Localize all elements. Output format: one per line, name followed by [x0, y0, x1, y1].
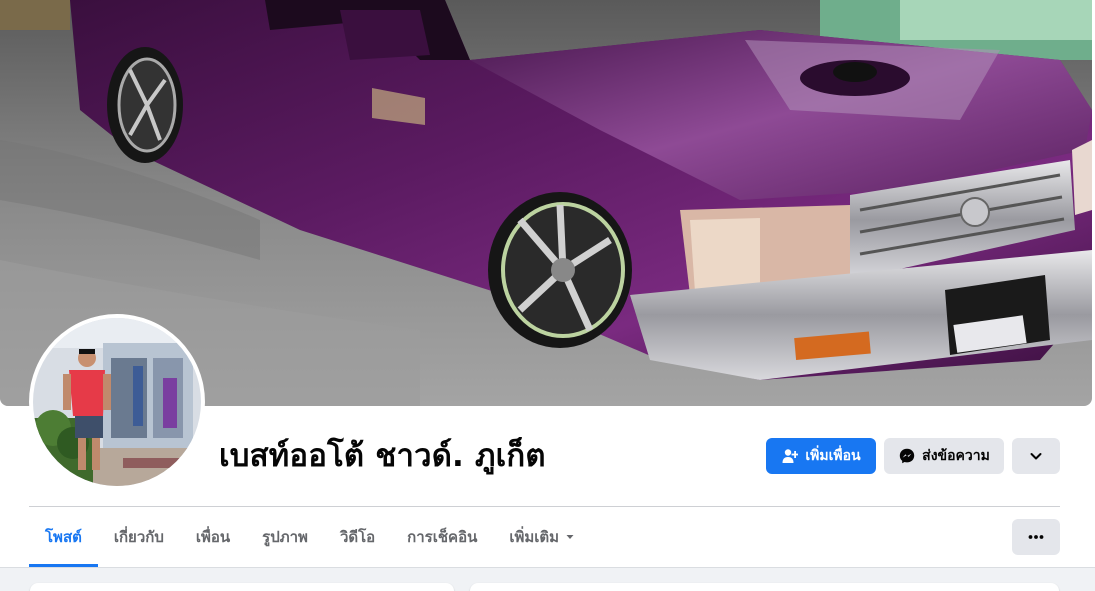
tab-label: เพิ่มเติม: [509, 528, 560, 546]
chevron-down-icon: [1029, 449, 1043, 463]
add-friend-button[interactable]: เพิ่มเพื่อน: [766, 438, 876, 474]
tabs-more-options-button[interactable]: [1012, 519, 1060, 555]
profile-picture[interactable]: [29, 314, 205, 490]
tab-check-ins[interactable]: การเช็คอิน: [391, 507, 493, 567]
messenger-icon: [898, 447, 916, 465]
tab-friends[interactable]: เพื่อน: [180, 507, 246, 567]
tab-label: รูปภาพ: [262, 528, 308, 546]
tab-label: เกี่ยวกับ: [113, 528, 164, 546]
profile-tabs: โพสต์ เกี่ยวกับ เพื่อน รูปภาพ วิดีโอ การ…: [29, 507, 591, 567]
post-card: [470, 583, 1059, 591]
profile-photo-image: [33, 318, 201, 486]
person-plus-icon: [781, 447, 799, 465]
tab-about[interactable]: เกี่ยวกับ: [98, 507, 180, 567]
profile-name: เบสท์ออโต้ ชาวด์. ภูเก็ต: [219, 438, 546, 474]
add-friend-label: เพิ่มเพื่อน: [805, 448, 861, 464]
tab-label: โพสต์: [45, 528, 82, 546]
profile-options-dropdown-button[interactable]: [1012, 438, 1060, 474]
tab-videos[interactable]: วิดีโอ: [324, 507, 391, 567]
caret-down-icon: [565, 532, 575, 542]
tab-more[interactable]: เพิ่มเติม: [493, 507, 591, 567]
tab-photos[interactable]: รูปภาพ: [246, 507, 324, 567]
send-message-label: ส่งข้อความ: [922, 448, 990, 464]
send-message-button[interactable]: ส่งข้อความ: [884, 438, 1004, 474]
tab-label: วิดีโอ: [339, 528, 376, 546]
tab-label: เพื่อน: [195, 528, 231, 546]
tab-label: การเช็คอิน: [407, 528, 478, 546]
tab-posts[interactable]: โพสต์: [29, 507, 98, 567]
ellipsis-icon: [1028, 534, 1044, 540]
intro-card: [30, 583, 454, 591]
